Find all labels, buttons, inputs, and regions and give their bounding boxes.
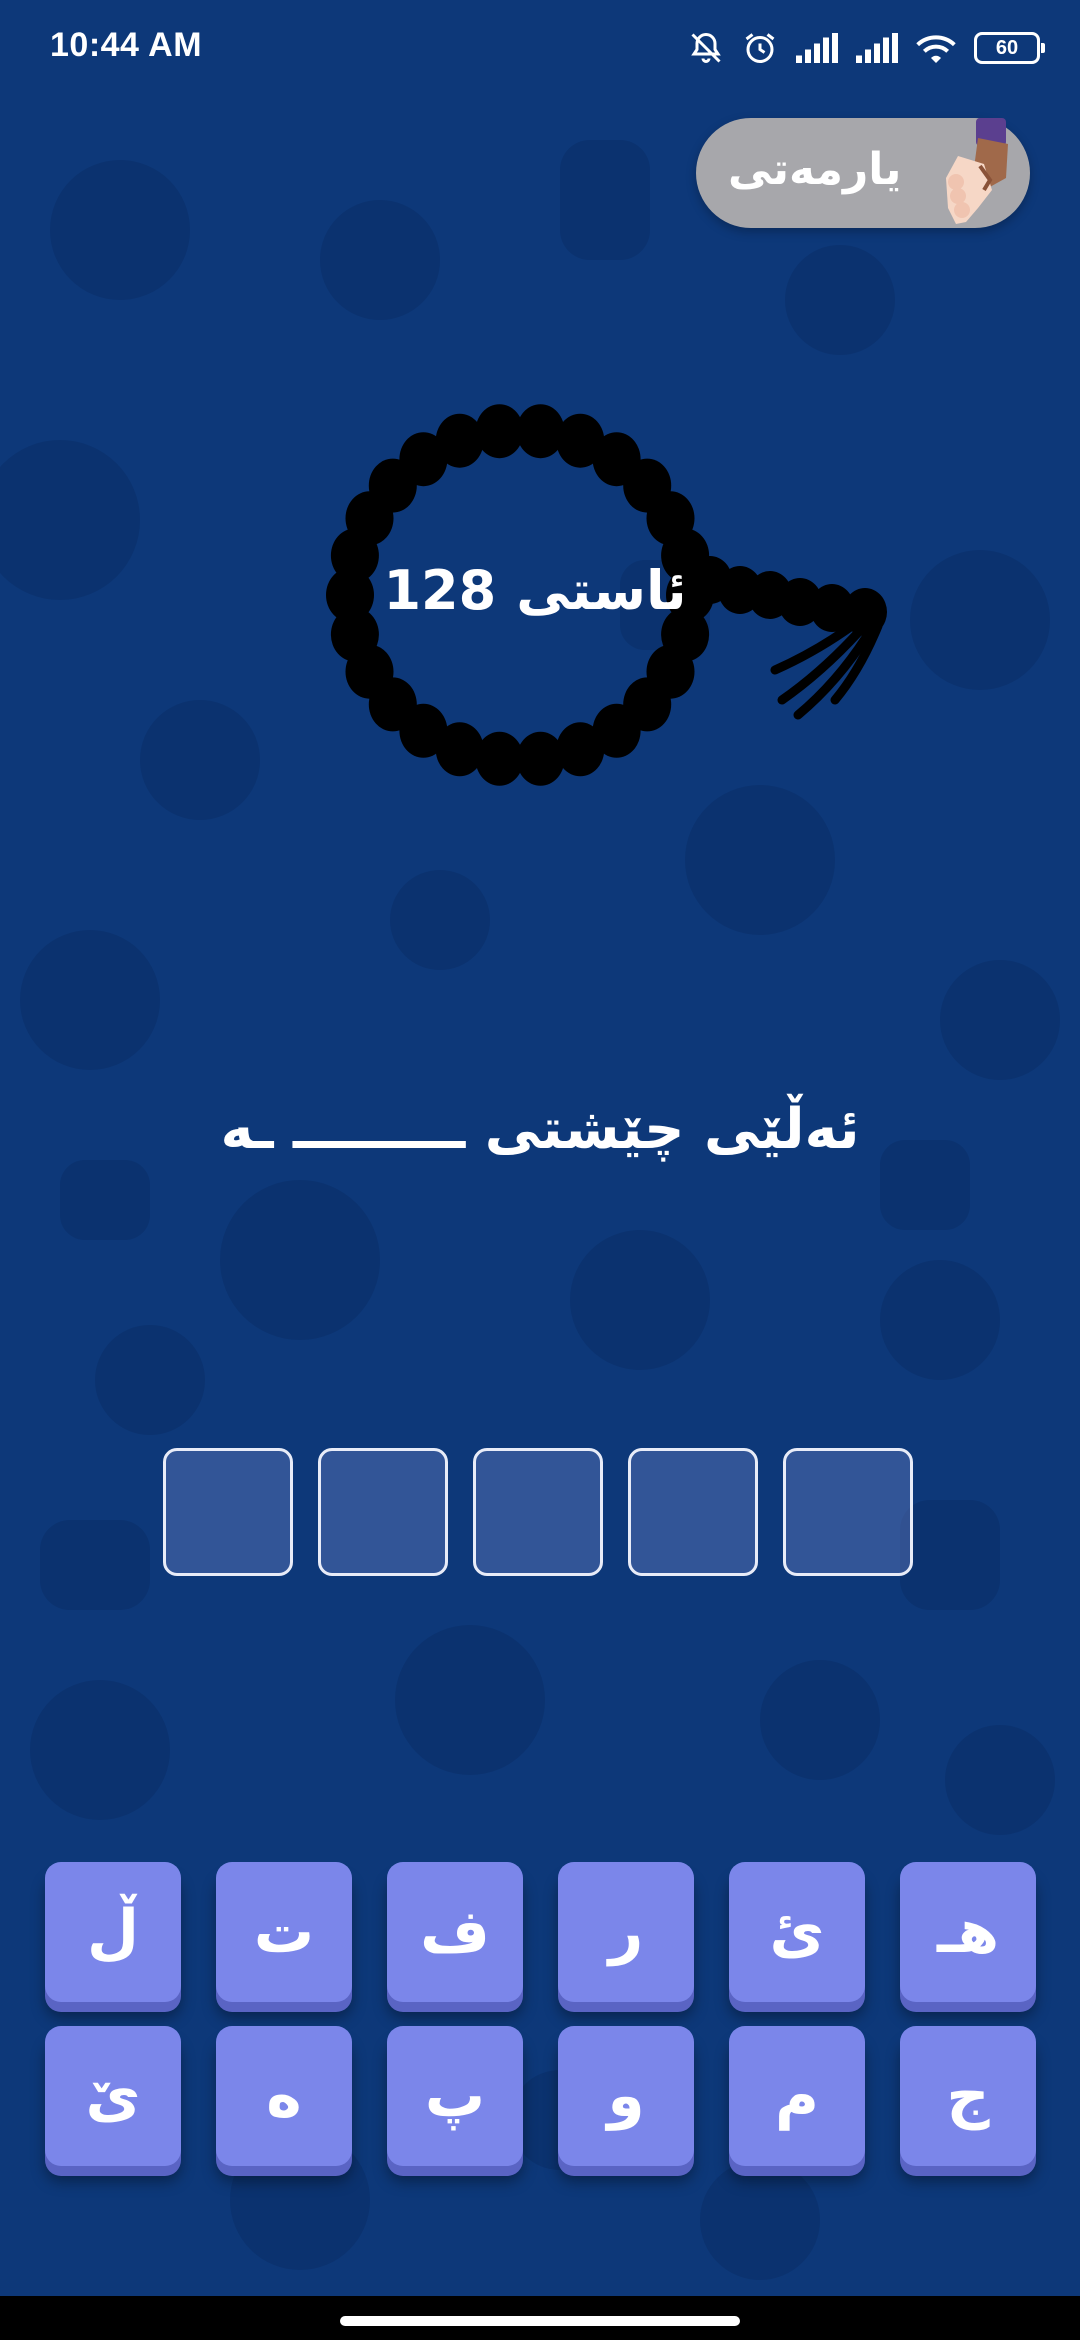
answer-slot[interactable]	[628, 1448, 758, 1576]
rosary-bead	[435, 413, 484, 468]
answer-slot[interactable]	[318, 1448, 448, 1576]
answer-slot[interactable]	[473, 1448, 603, 1576]
letter-key[interactable]: پ	[387, 2026, 523, 2166]
help-label: یارمەتی	[728, 144, 902, 195]
level-label: ئاستی	[516, 558, 687, 622]
rosary-bead	[556, 722, 605, 777]
help-button[interactable]: یارمەتی	[696, 118, 1030, 228]
letter-key[interactable]: ە	[216, 2026, 352, 2166]
letter-key[interactable]: ف	[387, 1862, 523, 2002]
rosary-bead	[516, 731, 565, 786]
letter-key[interactable]: ھـ	[900, 1862, 1036, 2002]
status-bar: 10:44 AM 60	[0, 0, 1080, 96]
home-indicator[interactable]	[340, 2316, 740, 2326]
letter-key[interactable]: ئ	[729, 1862, 865, 2002]
answer-slot[interactable]	[163, 1448, 293, 1576]
battery-icon: 60	[974, 32, 1045, 64]
rosary-bead	[516, 404, 565, 459]
letter-key[interactable]: ێ	[45, 2026, 181, 2166]
rosary-bead	[475, 731, 524, 786]
letter-key[interactable]: ر	[558, 1862, 694, 2002]
letter-key[interactable]: ج	[900, 2026, 1036, 2166]
letter-key[interactable]: ت	[216, 1862, 352, 2002]
signal-icon	[856, 33, 898, 63]
level-number: 128	[383, 558, 497, 622]
question-text: ئەڵێی چێشتی ـــــــــ ـە	[220, 1097, 860, 1162]
signal-icon	[796, 33, 838, 63]
answer-slots	[163, 1448, 917, 1580]
handshake-icon	[946, 118, 1008, 224]
answer-slot[interactable]	[783, 1448, 913, 1576]
wifi-icon	[916, 35, 956, 63]
letter-key[interactable]: و	[558, 2026, 694, 2166]
status-icons: 60	[688, 26, 1045, 70]
status-time: 10:44 AM	[50, 26, 203, 64]
alarm-icon	[745, 33, 775, 63]
letter-key[interactable]: ڵ	[45, 1862, 181, 2002]
rosary-bead	[475, 404, 524, 459]
bell-off-icon	[691, 32, 721, 63]
level-indicator: ئاستی 128	[355, 550, 715, 630]
letter-key[interactable]: م	[729, 2026, 865, 2166]
